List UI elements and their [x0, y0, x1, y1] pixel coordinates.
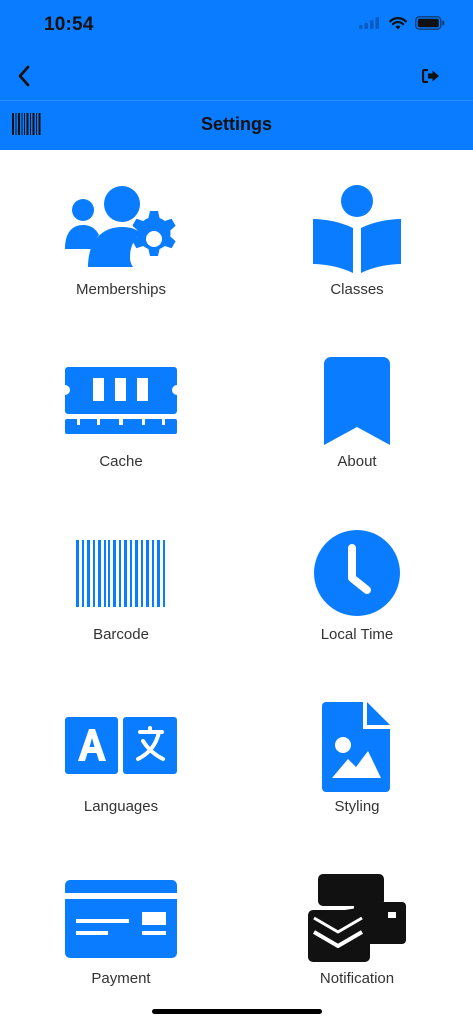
chevron-left-icon — [18, 65, 30, 87]
tile-notification[interactable]: Notification — [257, 874, 457, 1014]
memory-icon — [65, 367, 177, 434]
credit-card-icon — [65, 880, 177, 958]
file-image-icon — [322, 702, 390, 792]
tile-label: Payment — [91, 970, 151, 987]
tile-local-time[interactable]: Local Time — [257, 530, 457, 670]
tile-label: Local Time — [320, 626, 394, 643]
barcode-icon — [76, 540, 165, 607]
tile-cache[interactable]: Cache — [21, 357, 221, 497]
back-button[interactable] — [8, 60, 40, 92]
tile-barcode[interactable]: Barcode — [21, 530, 221, 670]
tile-label: Languages — [83, 798, 159, 815]
tile-label: Styling — [334, 798, 380, 815]
tile-classes[interactable]: Classes — [257, 185, 457, 325]
battery-icon — [415, 16, 445, 30]
bookmark-icon — [324, 357, 390, 445]
tile-label: Barcode — [93, 626, 149, 643]
status-icons — [359, 16, 445, 30]
envelopes-icon — [308, 874, 406, 962]
tile-label: About — [337, 453, 377, 470]
tile-label: Classes — [330, 281, 384, 298]
tile-languages[interactable]: Languages — [21, 702, 221, 842]
status-time: 10:54 — [44, 14, 94, 35]
tile-styling[interactable]: Styling — [257, 702, 457, 842]
signal-icon — [359, 17, 379, 29]
users-gear-icon — [65, 186, 176, 267]
tile-label: Memberships — [75, 281, 167, 298]
logout-button[interactable] — [419, 64, 443, 88]
wifi-icon — [389, 16, 407, 29]
page-title: Settings — [200, 114, 272, 134]
tile-label: Notification — [319, 970, 395, 987]
home-indicator[interactable] — [152, 1009, 322, 1014]
reader-book-icon — [313, 185, 401, 273]
tile-memberships[interactable]: Memberships — [21, 185, 221, 325]
tile-payment[interactable]: Payment — [21, 874, 221, 1014]
sign-out-icon — [422, 69, 439, 83]
clock-icon — [314, 530, 400, 616]
tile-label: Cache — [99, 453, 143, 470]
tile-about[interactable]: About — [257, 357, 457, 497]
app-header: 10:54 Settings — [0, 0, 473, 150]
language-icon — [65, 717, 177, 774]
header-divider — [0, 100, 473, 101]
